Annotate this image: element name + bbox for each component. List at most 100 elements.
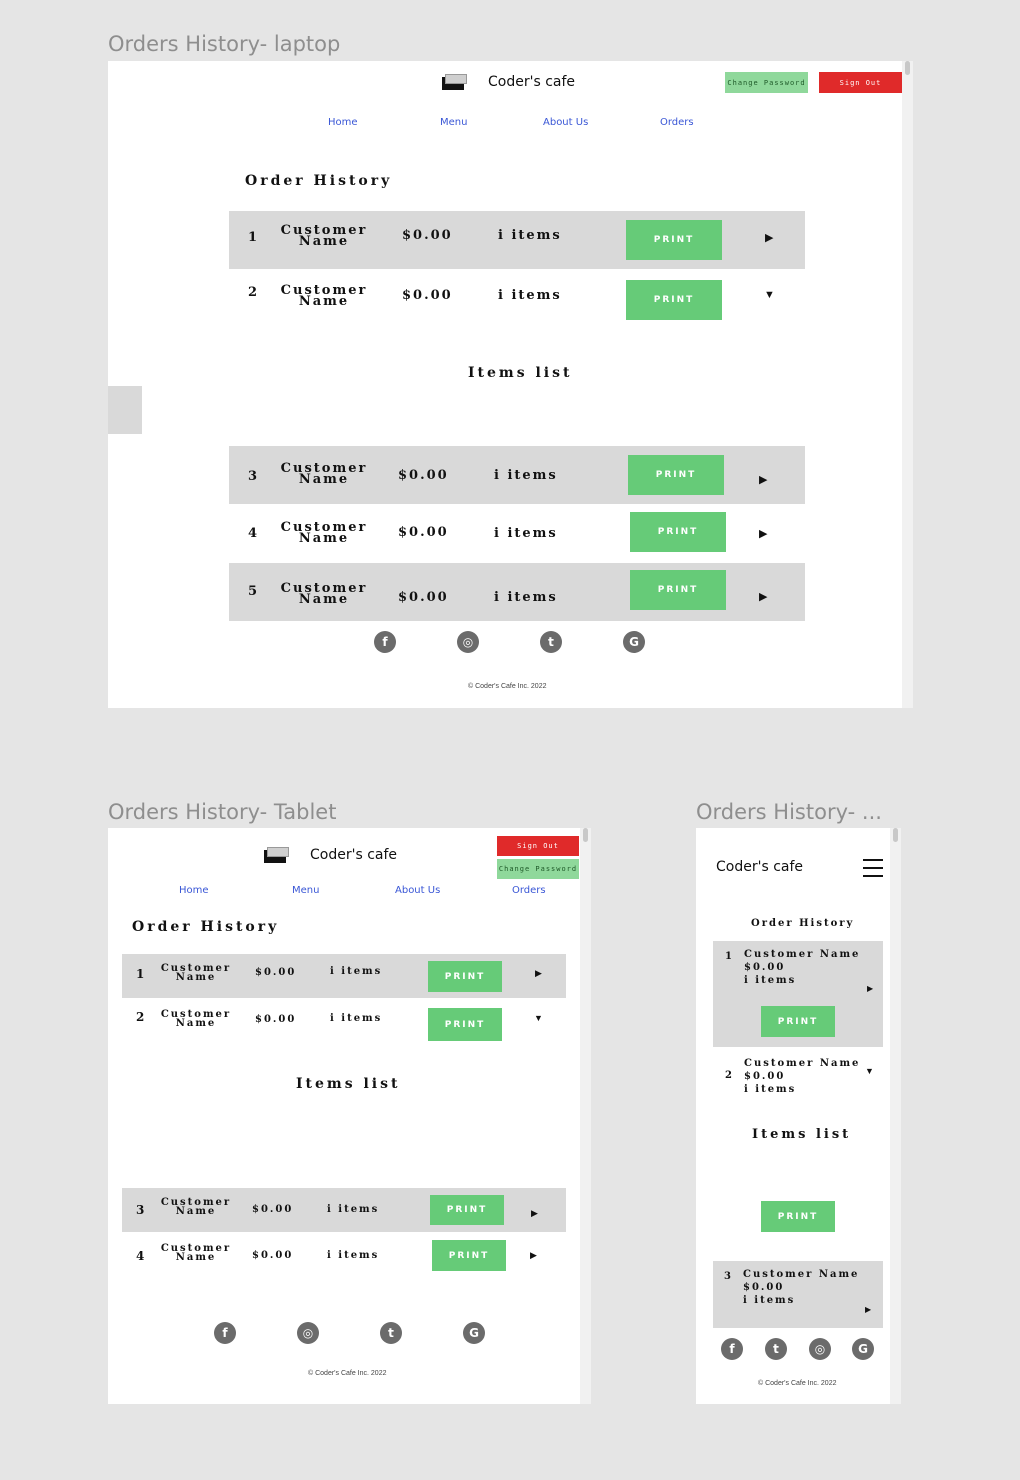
scrollbar[interactable]	[893, 828, 898, 842]
customer-name: Customer Name	[743, 1269, 860, 1280]
facebook-icon[interactable]: f	[214, 1322, 236, 1344]
order-total: $0.00	[744, 1071, 786, 1082]
customer-name: Customer Name	[160, 1197, 232, 1217]
order-row-1[interactable]: 1 Customer Name $0.00 i items ▶ PRINT	[713, 941, 883, 1047]
google-icon[interactable]: G	[852, 1338, 874, 1360]
page-title: Order History	[245, 173, 393, 189]
print-button[interactable]: PRINT	[428, 1008, 502, 1041]
brand[interactable]: Coder's cafe	[442, 74, 575, 90]
google-icon[interactable]: G	[623, 631, 645, 653]
change-password-button[interactable]: Change Password	[497, 859, 579, 879]
order-row-1[interactable]: 1 Customer Name $0.00 i items PRINT ▶	[229, 211, 805, 269]
cube-logo-icon	[264, 847, 290, 863]
facebook-icon[interactable]: f	[721, 1338, 743, 1360]
order-row-3[interactable]: 3 Customer Name $0.00 i items PRINT ▶	[229, 446, 805, 504]
item-count: i items	[330, 966, 383, 977]
expand-arrow-icon[interactable]: ▶	[865, 1305, 871, 1314]
order-row-4[interactable]: 4 Customer Name $0.00 i items PRINT ▶	[122, 1234, 566, 1278]
tablet-frame-title: Orders History- Tablet	[108, 800, 337, 824]
print-button[interactable]: PRINT	[626, 220, 722, 260]
order-row-1[interactable]: 1 Customer Name $0.00 i items PRINT ▶	[122, 954, 566, 998]
expand-arrow-icon[interactable]: ▶	[531, 1208, 538, 1219]
customer-name: Customer Name	[280, 581, 368, 608]
twitter-icon[interactable]: t	[765, 1338, 787, 1360]
item-count: i items	[498, 288, 562, 303]
item-count: i items	[327, 1204, 380, 1215]
copyright: © Coder's Cafe Inc. 2022	[468, 683, 547, 690]
print-button[interactable]: PRINT	[626, 280, 722, 320]
instagram-icon[interactable]: ◎	[809, 1338, 831, 1360]
print-button[interactable]: PRINT	[630, 512, 726, 552]
order-number: 3	[248, 469, 260, 484]
twitter-icon[interactable]: t	[540, 631, 562, 653]
nav-orders[interactable]: Orders	[512, 885, 546, 896]
brand-name[interactable]: Coder's cafe	[716, 859, 803, 875]
sign-out-button[interactable]: Sign Out	[819, 72, 902, 93]
google-icon[interactable]: G	[463, 1322, 485, 1344]
scrollbar-track	[902, 61, 913, 708]
scrollbar[interactable]	[905, 61, 910, 75]
nav-home[interactable]: Home	[328, 117, 358, 128]
nav-home[interactable]: Home	[179, 885, 209, 896]
customer-name: Customer Name	[744, 949, 861, 960]
order-total: $0.00	[398, 590, 449, 605]
print-button[interactable]: PRINT	[432, 1240, 506, 1271]
order-row-2[interactable]: 2 Customer Name $0.00 i items PRINT ▼	[122, 1000, 566, 1044]
item-count: i items	[330, 1013, 383, 1024]
item-count: i items	[327, 1250, 380, 1261]
order-number: 5	[248, 584, 260, 599]
print-button[interactable]: PRINT	[761, 1006, 835, 1037]
expand-arrow-icon[interactable]: ▶	[535, 968, 542, 979]
order-total: $0.00	[402, 288, 453, 303]
customer-name: Customer Name	[280, 461, 368, 488]
print-button[interactable]: PRINT	[761, 1201, 835, 1232]
hamburger-menu-icon[interactable]	[863, 859, 883, 883]
collapse-arrow-icon[interactable]: ▼	[764, 289, 775, 301]
expand-arrow-icon[interactable]: ▶	[530, 1250, 537, 1261]
order-row-3[interactable]: 3 Customer Name $0.00 i items ▶	[713, 1261, 883, 1328]
cube-logo-icon	[442, 74, 468, 90]
brand[interactable]: Coder's cafe	[264, 847, 397, 863]
order-number: 2	[248, 285, 260, 300]
print-button[interactable]: PRINT	[428, 961, 502, 992]
instagram-icon[interactable]: ◎	[297, 1322, 319, 1344]
expand-arrow-icon[interactable]: ▶	[867, 984, 873, 993]
print-button[interactable]: PRINT	[630, 570, 726, 610]
mobile-frame: Coder's cafe Order History 1 Customer Na…	[696, 828, 901, 1404]
page-title: Order History	[132, 919, 280, 935]
change-password-button[interactable]: Change Password	[725, 72, 808, 93]
item-count: i items	[744, 975, 797, 986]
scrollbar[interactable]	[583, 828, 588, 842]
expand-arrow-icon[interactable]: ▶	[759, 473, 767, 486]
sign-out-button[interactable]: Sign Out	[497, 836, 579, 856]
facebook-icon[interactable]: f	[374, 631, 396, 653]
order-row-3[interactable]: 3 Customer Name $0.00 i items PRINT ▶	[122, 1188, 566, 1232]
side-tab[interactable]	[108, 386, 142, 434]
nav-orders[interactable]: Orders	[660, 117, 694, 128]
order-row-2[interactable]: 2 Customer Name $0.00 i items PRINT ▼	[229, 271, 805, 329]
expand-arrow-icon[interactable]: ▶	[765, 231, 773, 244]
instagram-icon[interactable]: ◎	[457, 631, 479, 653]
order-row-2[interactable]: 2 Customer Name $0.00 i items ▼	[713, 1050, 883, 1110]
expand-arrow-icon[interactable]: ▶	[759, 527, 767, 540]
item-count: i items	[498, 228, 562, 243]
brand-name: Coder's cafe	[488, 74, 576, 90]
print-button[interactable]: PRINT	[430, 1195, 504, 1225]
order-number: 3	[136, 1203, 147, 1217]
nav-menu[interactable]: Menu	[292, 885, 319, 896]
expand-arrow-icon[interactable]: ▶	[759, 590, 767, 603]
items-list-title: Items list	[752, 1127, 852, 1142]
nav-about-us[interactable]: About Us	[395, 885, 440, 896]
nav-about-us[interactable]: About Us	[543, 117, 588, 128]
order-row-5[interactable]: 5 Customer Name $0.00 i items PRINT ▶	[229, 563, 805, 621]
scrollbar-track	[890, 828, 901, 1404]
print-button[interactable]: PRINT	[628, 455, 724, 495]
collapse-arrow-icon[interactable]: ▼	[865, 1066, 874, 1076]
order-total: $0.00	[398, 525, 449, 540]
order-total: $0.00	[743, 1282, 785, 1293]
order-row-4[interactable]: 4 Customer Name $0.00 i items PRINT ▶	[229, 505, 805, 563]
customer-name: Customer Name	[160, 1009, 232, 1029]
collapse-arrow-icon[interactable]: ▼	[534, 1013, 543, 1023]
twitter-icon[interactable]: t	[380, 1322, 402, 1344]
nav-menu[interactable]: Menu	[440, 117, 467, 128]
